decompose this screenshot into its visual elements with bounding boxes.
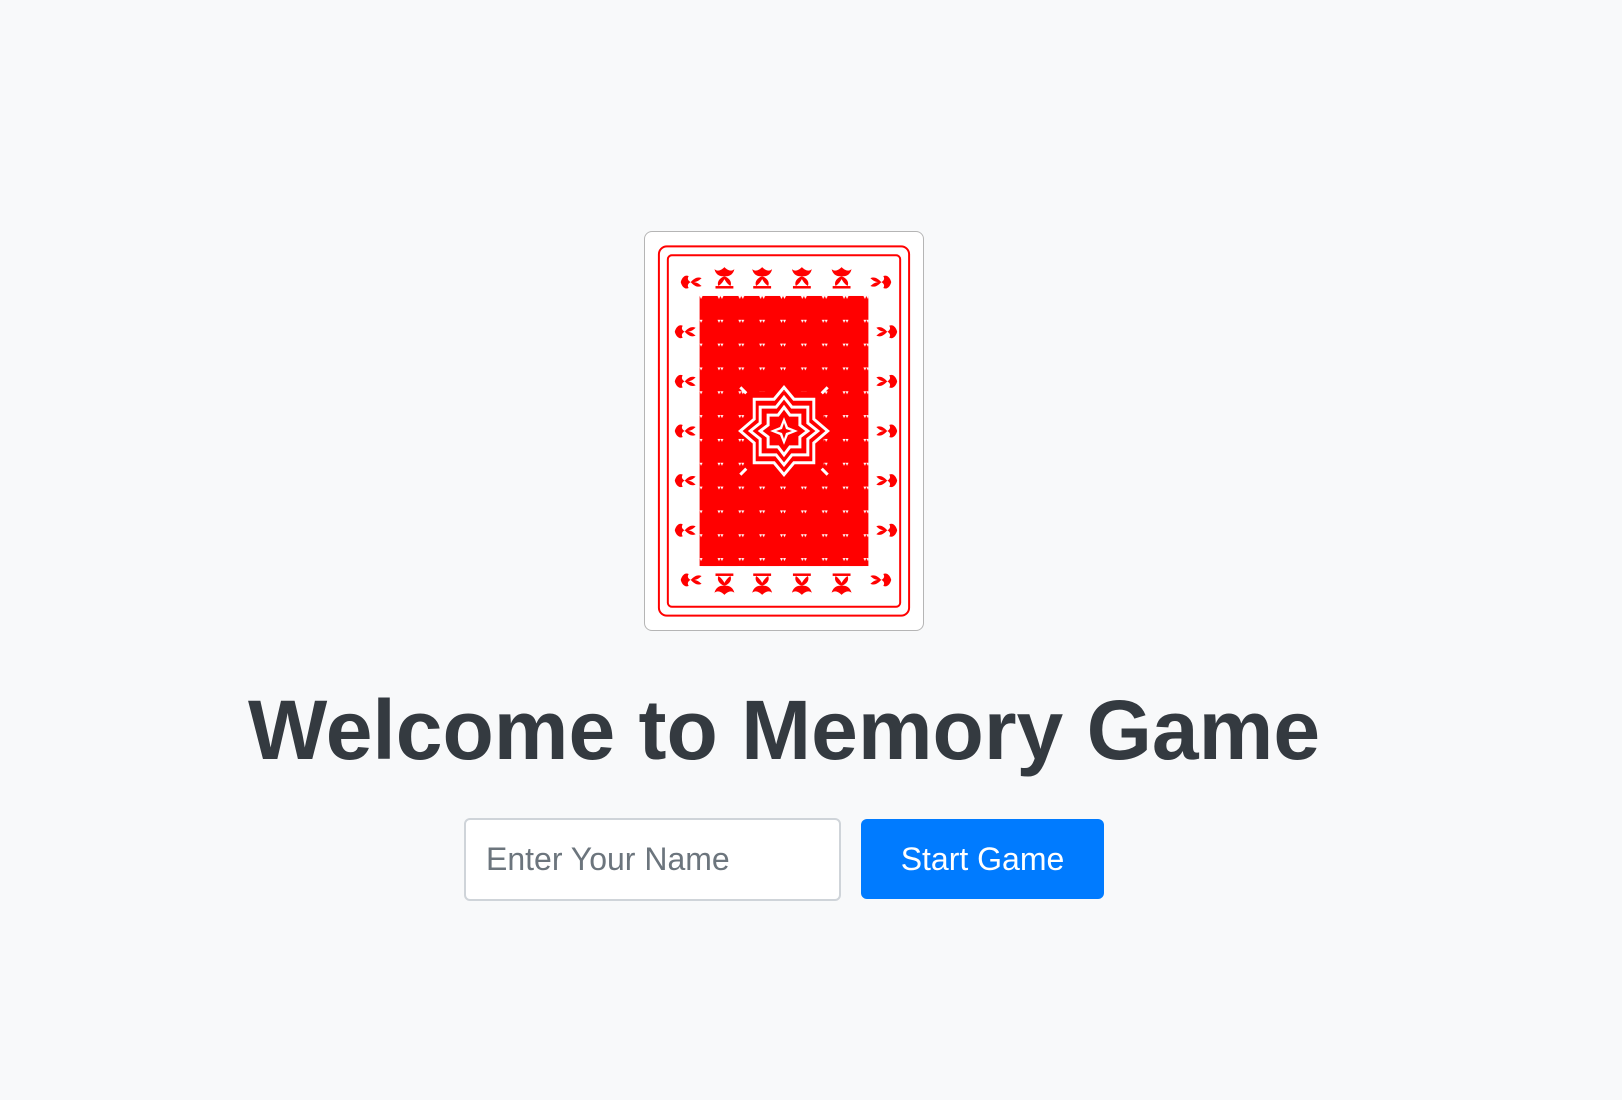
start-form: Start Game [464,817,1104,901]
name-input[interactable] [464,817,841,901]
page-title: Welcome to Memory Game [247,683,1321,777]
card-back-pattern [657,245,911,617]
start-game-button[interactable]: Start Game [861,819,1104,899]
card-back-image [644,231,924,631]
welcome-screen: Welcome to Memory Game Start Game [0,0,1622,1100]
